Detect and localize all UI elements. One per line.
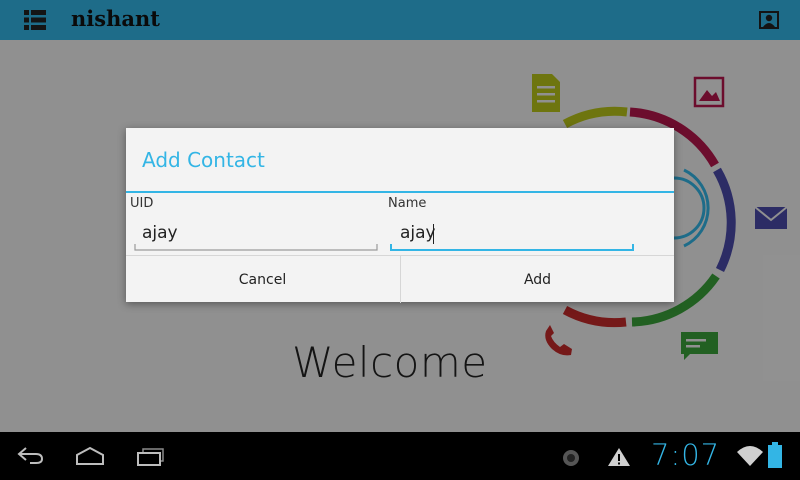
name-field-underline: [390, 244, 634, 251]
notification-icon[interactable]: [561, 448, 581, 468]
text-cursor: [433, 224, 434, 244]
add-button[interactable]: Add: [401, 256, 674, 303]
dialog-button-bar: Cancel Add: [126, 255, 674, 303]
name-label: Name: [388, 196, 427, 211]
dialog-title: Add Contact: [142, 148, 265, 172]
app-screen: nishant Welcome Add Contact UID ajay Nam…: [0, 0, 800, 432]
uid-field-underline: [134, 244, 378, 251]
warning-icon[interactable]: [607, 447, 631, 467]
back-icon[interactable]: [16, 444, 44, 466]
add-contact-dialog: Add Contact UID Name Cancel Add: [126, 128, 674, 303]
home-icon[interactable]: [75, 446, 105, 466]
dialog-title-divider: [126, 191, 674, 193]
cancel-button[interactable]: Cancel: [126, 256, 399, 303]
uid-field[interactable]: [134, 220, 374, 246]
clock: 7:07: [651, 438, 721, 472]
uid-label: UID: [130, 196, 154, 211]
wifi-icon: [737, 446, 763, 466]
recent-apps-icon[interactable]: [137, 448, 165, 466]
name-field[interactable]: [392, 220, 632, 246]
battery-icon: [768, 442, 782, 468]
